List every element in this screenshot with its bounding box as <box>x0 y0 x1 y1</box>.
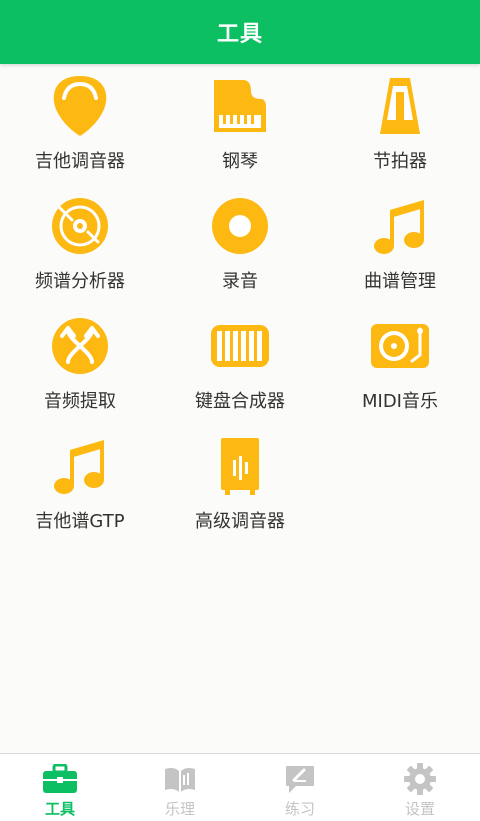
speaker-tuner-icon <box>208 434 272 498</box>
open-book-icon <box>162 762 198 796</box>
tool-label: 吉他谱GTP <box>35 511 125 532</box>
tool-label: 节拍器 <box>373 151 427 172</box>
audio-extract-icon <box>48 314 112 378</box>
tool-piano[interactable]: 钢琴 <box>160 64 320 184</box>
piano-icon <box>208 74 272 138</box>
tool-keyboard-synth[interactable]: 键盘合成器 <box>160 304 320 424</box>
tool-guitar-tab-gtp[interactable]: 吉他谱GTP <box>0 424 160 544</box>
top-app-bar: 工具 <box>0 0 480 64</box>
tab-label: 乐理 <box>164 800 195 818</box>
tool-guitar-tuner[interactable]: 吉他调音器 <box>0 64 160 184</box>
tool-advanced-tuner[interactable]: 高级调音器 <box>160 424 320 544</box>
tool-metronome[interactable]: 节拍器 <box>320 64 480 184</box>
music-note-icon <box>368 194 432 258</box>
tool-label: 钢琴 <box>222 151 258 172</box>
tool-label: 键盘合成器 <box>195 391 285 412</box>
turntable-icon <box>368 314 432 378</box>
edit-chat-icon <box>282 762 318 796</box>
tab-tools[interactable]: 工具 <box>0 754 120 821</box>
record-icon <box>208 194 272 258</box>
toolbox-icon <box>42 762 78 796</box>
tab-practice[interactable]: 练习 <box>240 754 360 821</box>
tool-midi-music[interactable]: MIDI音乐 <box>320 304 480 424</box>
vinyl-disc-icon <box>48 194 112 258</box>
tool-spectrum-analyzer[interactable]: 频谱分析器 <box>0 184 160 304</box>
gear-icon <box>402 762 438 796</box>
tool-label: 曲谱管理 <box>364 271 436 292</box>
tab-music-theory[interactable]: 乐理 <box>120 754 240 821</box>
keyboard-synth-icon <box>208 314 272 378</box>
tool-label: 频谱分析器 <box>35 271 125 292</box>
tab-label: 练习 <box>284 800 315 818</box>
metronome-icon <box>368 74 432 138</box>
bottom-tab-bar: 工具 乐理 练习 设置 <box>0 753 480 821</box>
tool-label: 录音 <box>222 271 258 292</box>
guitar-pick-icon <box>48 74 112 138</box>
tool-score-manager[interactable]: 曲谱管理 <box>320 184 480 304</box>
tool-audio-extract[interactable]: 音频提取 <box>0 304 160 424</box>
tab-label: 工具 <box>44 800 75 818</box>
tool-label: 音频提取 <box>44 391 116 412</box>
page-title: 工具 <box>216 22 263 47</box>
tool-record[interactable]: 录音 <box>160 184 320 304</box>
tool-label: 高级调音器 <box>195 511 285 532</box>
tab-label: 设置 <box>404 800 435 818</box>
tool-label: MIDI音乐 <box>361 391 438 412</box>
tool-label: 吉他调音器 <box>35 151 125 172</box>
music-note-icon <box>48 434 112 498</box>
tab-settings[interactable]: 设置 <box>360 754 480 821</box>
